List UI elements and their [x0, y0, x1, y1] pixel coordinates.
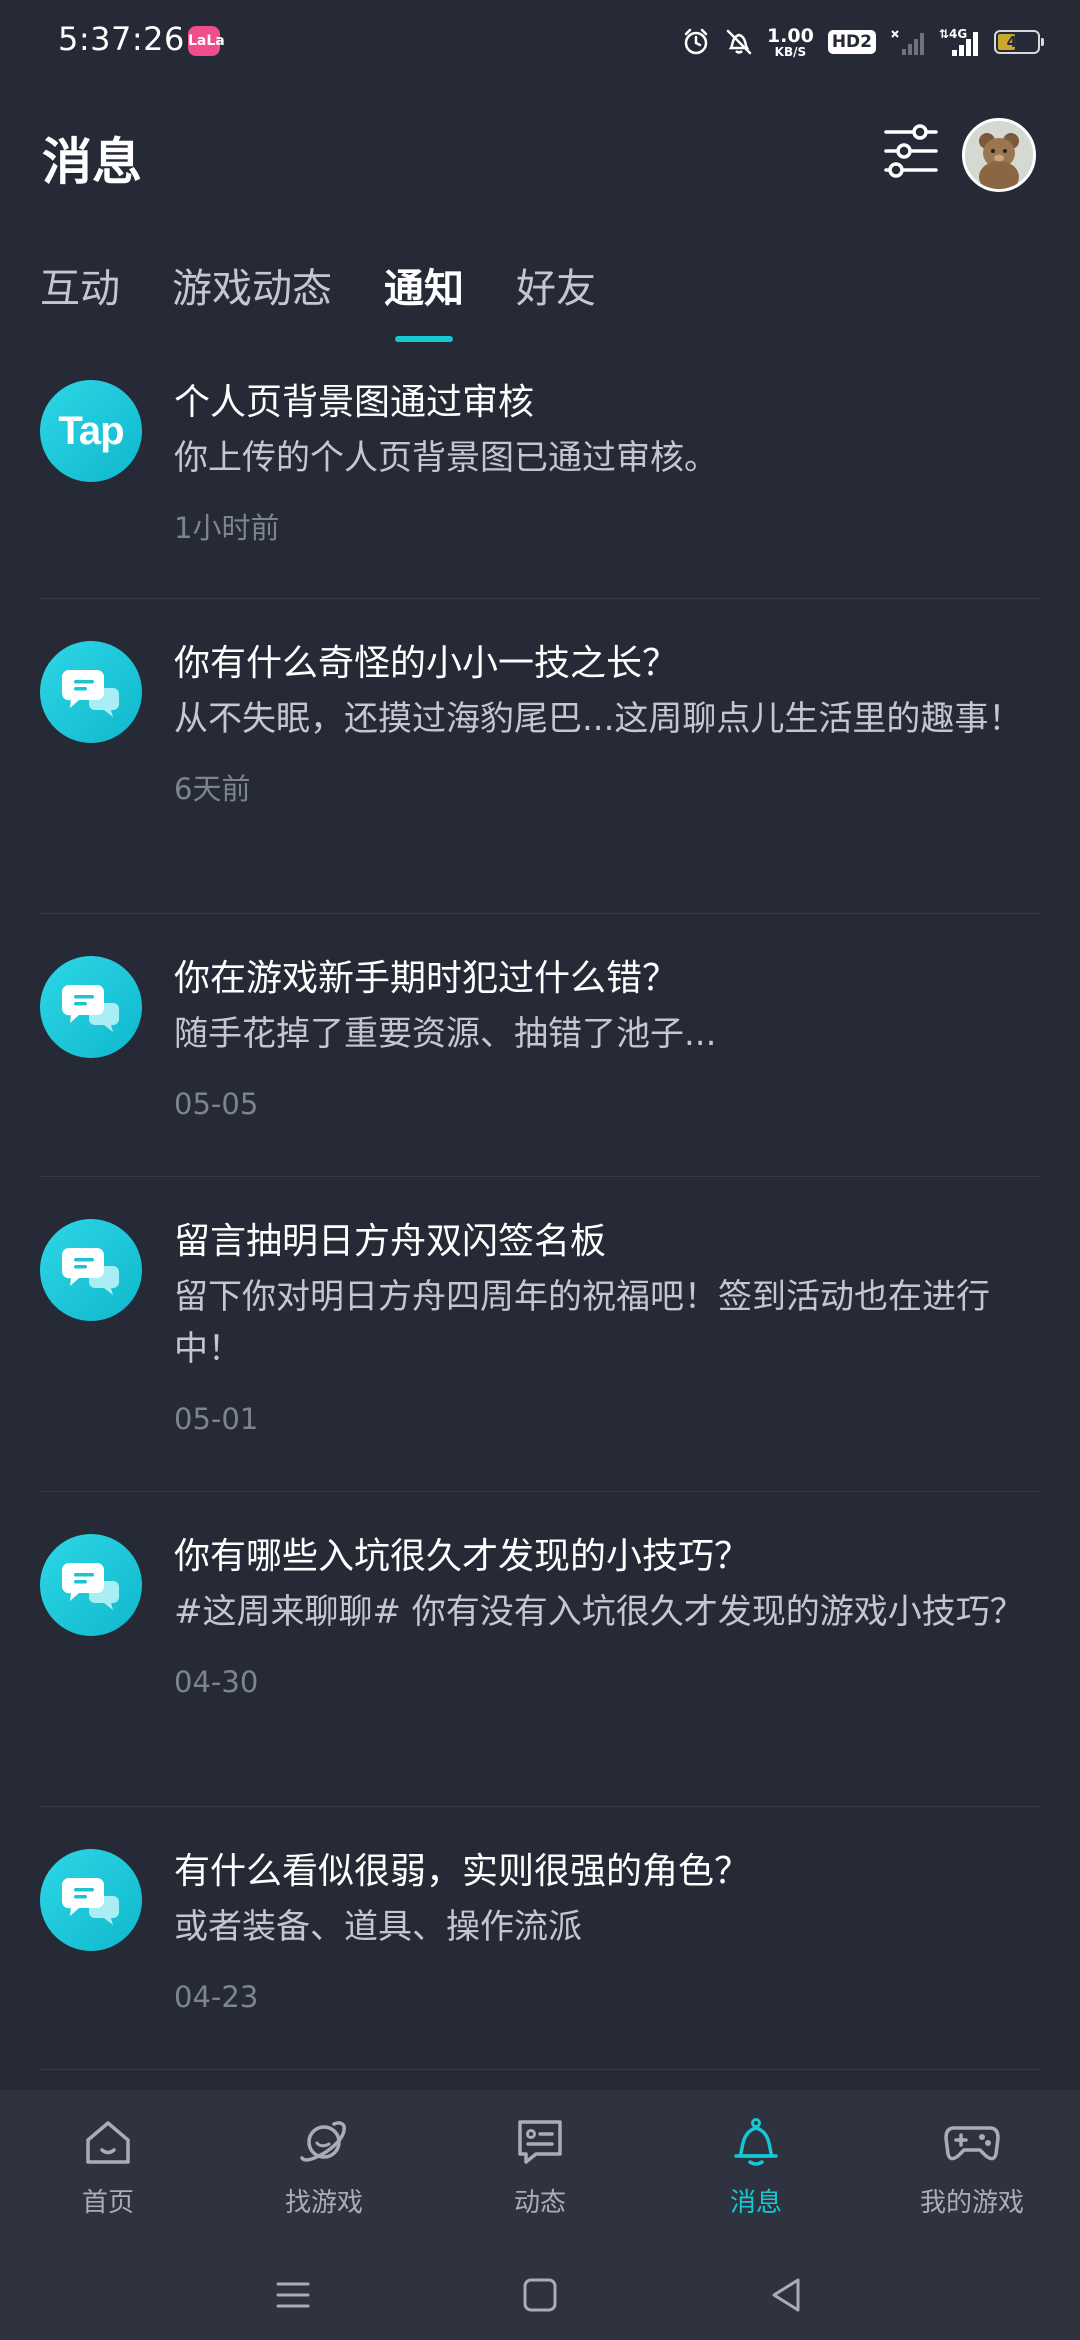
mute-bell-icon [726, 29, 752, 55]
battery-icon: 40 [994, 30, 1044, 54]
notification-item[interactable]: 留言抽明日方舟双闪签名板 留下你对明日方舟四周年的祝福吧！签到活动也在进行中！ … [40, 1177, 1040, 1492]
nav-find-games[interactable]: 找游戏 [216, 2090, 432, 2250]
tab-friends[interactable]: 好友 [516, 256, 596, 314]
bottom-nav: 首页 找游戏 动态 消息 我的游戏 [0, 2090, 1080, 2250]
system-nav-bar [0, 2250, 1080, 2340]
network-speed-unit: KB/S [774, 44, 807, 59]
nav-home[interactable]: 首页 [0, 2090, 216, 2250]
message-tabs: 互动 游戏动态 通知 好友 [40, 256, 648, 314]
notification-title: 你在游戏新手期时犯过什么错？ [174, 958, 679, 999]
system-menu-button[interactable] [270, 2272, 316, 2318]
notification-desc: 你上传的个人页背景图已通过审核。 [174, 438, 718, 478]
notification-item[interactable]: 你有哪些入坑很久才发现的小技巧？ #这周来聊聊# 你有没有入坑很久才发现的游戏小… [40, 1492, 1040, 1807]
notification-time: 1小时前 [174, 511, 280, 545]
network-speed: 1.00 KB/S [766, 24, 814, 59]
bell-icon [734, 2118, 778, 2166]
chat-bubbles-icon [40, 1849, 142, 1951]
signal-4g-icon: ⇅4G [939, 27, 978, 56]
app-notification-icon: LaLa [188, 26, 225, 56]
nav-messages[interactable]: 消息 [648, 2090, 864, 2250]
notification-item[interactable]: 你有什么奇怪的小小一技之长？ 从不失眠，还摸过海豹尾巴...这周聊点儿生活里的趣… [40, 599, 1040, 914]
chat-bubbles-icon [40, 641, 142, 743]
signal-sim2-icon [891, 30, 924, 55]
status-icons: 1.00 KB/S HD2 ⇅4G 40 [681, 22, 1044, 62]
tab-interaction[interactable]: 互动 [40, 256, 120, 314]
chat-bubbles-icon [40, 1534, 142, 1636]
notification-time: 04-23 [174, 1980, 259, 2014]
notification-time: 6天前 [174, 772, 251, 806]
home-icon [86, 2121, 130, 2164]
nav-home-label: 首页 [81, 2188, 134, 2218]
notification-time: 05-05 [174, 1087, 259, 1121]
status-time: 5:37:26 [58, 20, 185, 58]
network-speed-value: 1.00 [766, 24, 814, 47]
nav-feed[interactable]: 动态 [432, 2090, 648, 2250]
nav-my-games-label: 我的游戏 [919, 2188, 1024, 2218]
notification-title: 你有哪些入坑很久才发现的小技巧？ [174, 1536, 751, 1577]
notification-title: 个人页背景图通过审核 [174, 382, 535, 423]
tab-notifications[interactable]: 通知 [384, 256, 464, 314]
chat-bubbles-icon [40, 956, 142, 1058]
notification-item[interactable]: 你在游戏新手期时犯过什么错？ 随手花掉了重要资源、抽错了池子... 05-05 [40, 914, 1040, 1177]
notification-desc: 从不失眠，还摸过海豹尾巴...这周聊点儿生活里的趣事！ [174, 699, 1023, 739]
planet-icon [300, 2121, 346, 2162]
sliders-icon [884, 124, 938, 178]
square-icon [523, 2278, 557, 2312]
notification-desc: 留下你对明日方舟四周年的祝福吧！签到活动也在进行中！ [174, 1277, 990, 1369]
alarm-icon [684, 28, 708, 55]
tap-logo-text: Tap [58, 408, 124, 453]
svg-text:⇅4G: ⇅4G [939, 27, 967, 41]
nav-feed-label: 动态 [513, 2188, 566, 2218]
system-home-button[interactable] [517, 2272, 563, 2318]
notification-time: 04-30 [174, 1665, 259, 1699]
feed-icon [518, 2120, 562, 2164]
menu-icon [276, 2282, 310, 2308]
status-bar: 5:37:26 LaLa 1.00 KB/S HD2 ⇅4G 40 [0, 0, 1080, 84]
nav-messages-label: 消息 [729, 2188, 782, 2218]
page-title: 消息 [42, 133, 142, 191]
gamepad-icon [944, 2126, 1000, 2161]
notification-title: 留言抽明日方舟双闪签名板 [174, 1221, 607, 1262]
system-back-button[interactable] [764, 2272, 810, 2318]
tap-logo-icon: Tap [40, 380, 142, 482]
notification-desc: #这周来聊聊# 你有没有入坑很久才发现的游戏小技巧？ [174, 1592, 1024, 1632]
nav-my-games[interactable]: 我的游戏 [864, 2090, 1080, 2250]
notification-desc: 或者装备、道具、操作流派 [174, 1907, 582, 1947]
chat-bubbles-icon [40, 1219, 142, 1321]
notification-item[interactable]: Tap 个人页背景图通过审核 你上传的个人页背景图已通过审核。 1小时前 [40, 362, 1040, 599]
notification-desc: 随手花掉了重要资源、抽错了池子... [174, 1014, 717, 1054]
notification-title: 你有什么奇怪的小小一技之长？ [174, 643, 679, 684]
notification-time: 05-01 [174, 1402, 259, 1436]
notification-list: Tap 个人页背景图通过审核 你上传的个人页背景图已通过审核。 1小时前 你有什… [0, 362, 1080, 2070]
back-triangle-icon [772, 2278, 800, 2312]
hd-badge: HD2 [827, 30, 876, 54]
notification-item[interactable]: 有什么看似很弱，实则很强的角色？ 或者装备、道具、操作流派 04-23 [40, 1807, 1040, 2070]
nav-find-games-label: 找游戏 [284, 2188, 363, 2218]
bear-avatar-image [965, 121, 1033, 189]
tab-game-updates[interactable]: 游戏动态 [172, 256, 332, 314]
notification-title: 有什么看似很弱，实则很强的角色？ [174, 1851, 751, 1892]
battery-level: 40 [1006, 33, 1028, 51]
settings-filter-button[interactable] [882, 122, 940, 180]
avatar[interactable] [962, 118, 1036, 192]
